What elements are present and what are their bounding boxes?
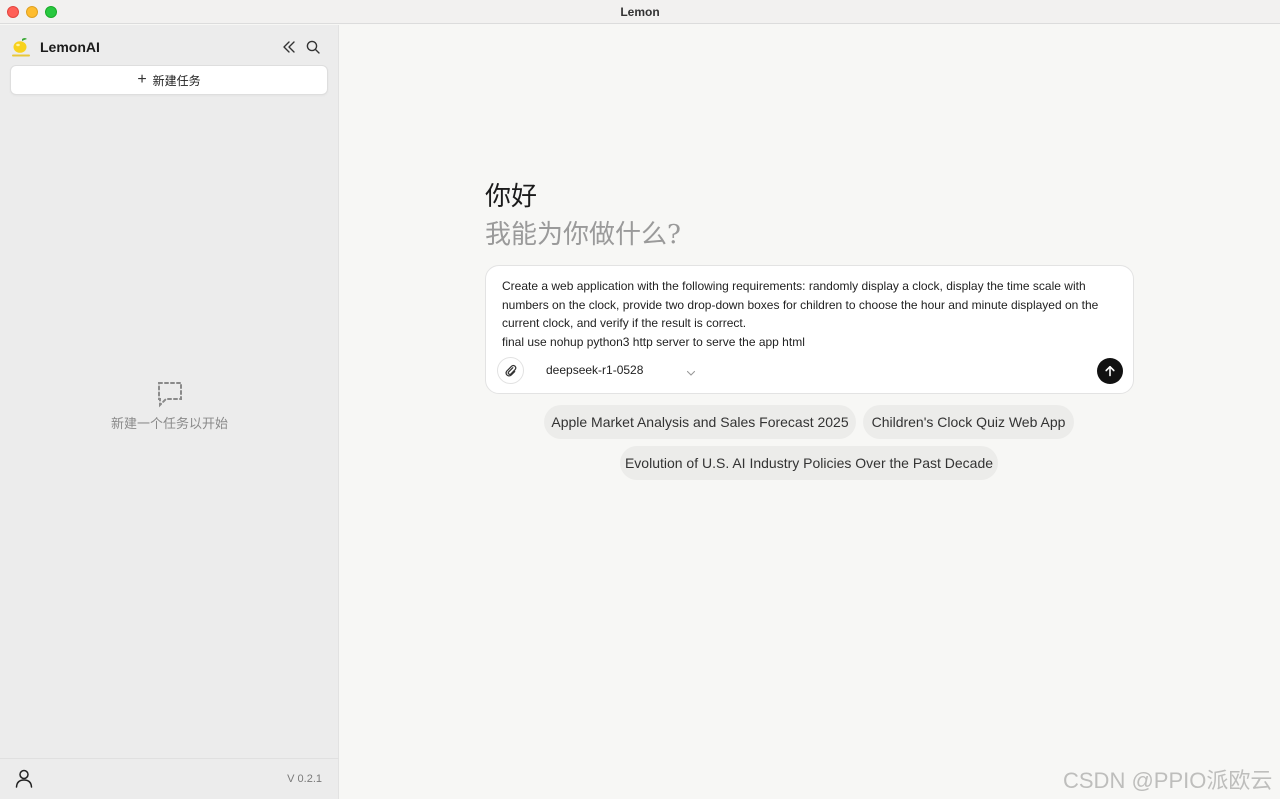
new-task-button[interactable]: + 新建任务 [10,65,328,95]
prompt-input[interactable]: Create a web application with the follow… [502,277,1112,351]
greeting-title: 你好 [485,182,538,212]
sidebar: LemonAI + 新建任务 新建一个任务以开始 V 0.2.1 [0,25,339,799]
chevron-down-icon[interactable] [686,365,696,383]
empty-state-text: 新建一个任务以开始 [110,416,228,431]
model-select[interactable]: deepseek-r1-0528 [546,363,643,377]
user-icon[interactable] [14,768,34,788]
title-bar: Lemon [0,0,1280,24]
empty-state: 新建一个任务以开始 [0,379,339,432]
arrow-up-icon [1105,365,1115,377]
send-button[interactable] [1097,358,1123,384]
watermark: CSDN @PPIO派欧云 [1063,768,1273,793]
double-chevron-left-icon[interactable] [281,39,297,55]
lemon-logo-icon [10,36,32,58]
suggestion-chip[interactable]: Evolution of U.S. AI Industry Policies O… [620,446,998,480]
prompt-composer: Create a web application with the follow… [485,265,1134,394]
brand: LemonAI [10,35,100,59]
search-icon[interactable] [305,39,321,55]
plus-icon: + [137,71,147,88]
sidebar-footer: V 0.2.1 [0,758,339,799]
chat-bubble-dashed-icon [0,379,339,409]
greeting-subtitle: 我能为你做什么? [485,220,681,250]
version-label: V 0.2.1 [287,773,322,785]
brand-name: LemonAI [40,39,100,55]
suggestion-chip[interactable]: Children's Clock Quiz Web App [863,405,1074,439]
paperclip-icon[interactable] [497,357,524,384]
suggestion-chip[interactable]: Apple Market Analysis and Sales Forecast… [544,405,856,439]
window-title: Lemon [620,5,660,19]
new-task-label: 新建任务 [152,73,201,88]
main-panel: 你好 我能为你做什么? Create a web application wit… [340,25,1280,799]
